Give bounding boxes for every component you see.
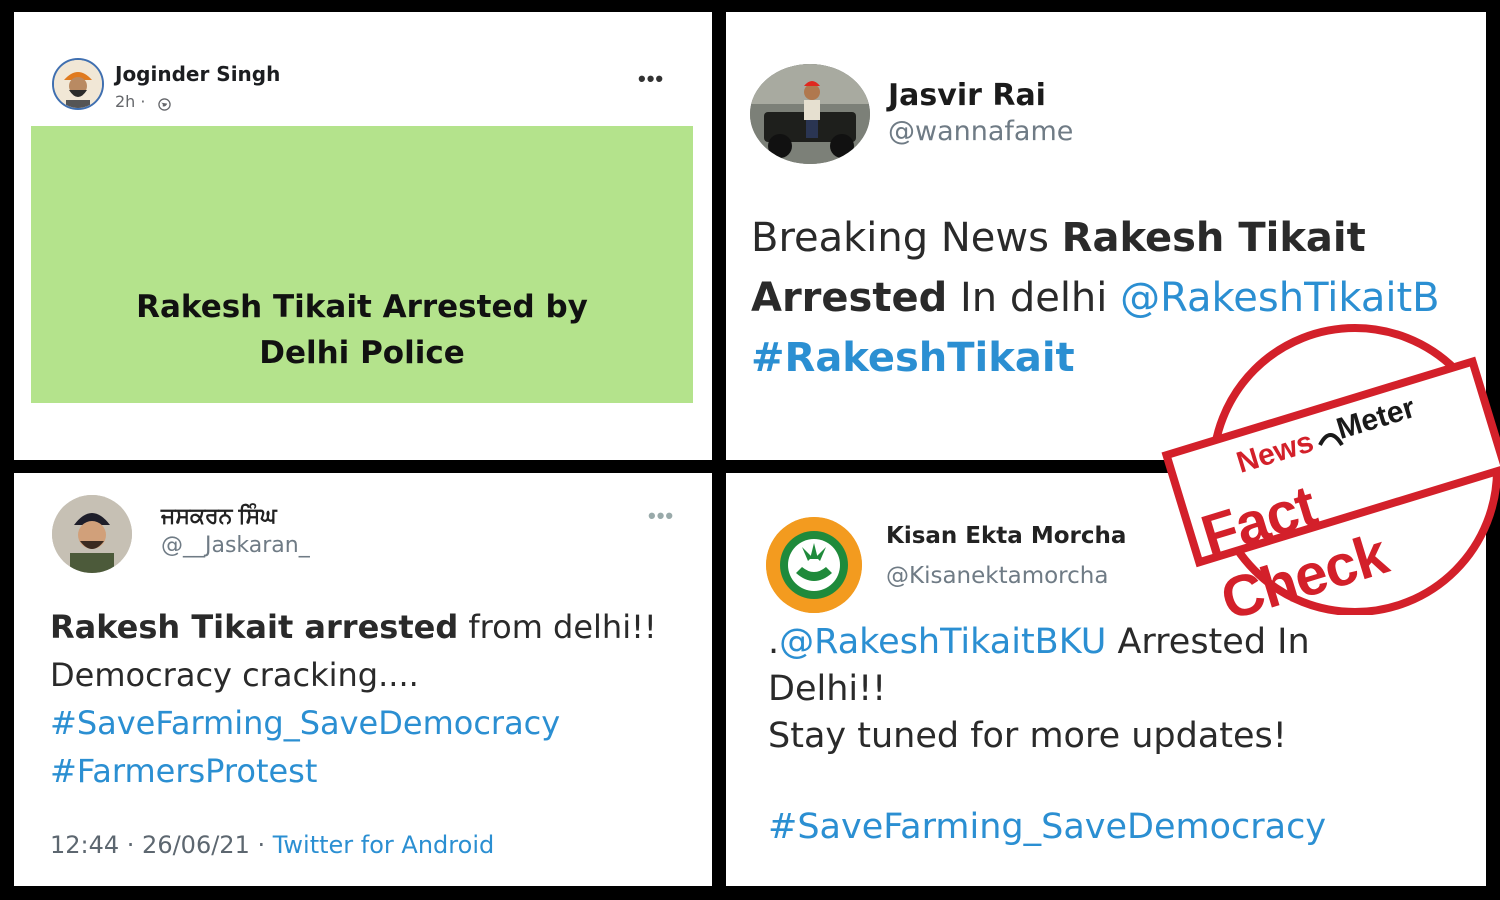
tweet-author-name[interactable]: Kisan Ekta Morcha [886,523,1126,549]
post-card-line-2: Delhi Police [259,335,465,371]
tweet-timestamp[interactable]: 12:44 · 26/06/21 · [50,831,273,859]
mention-link[interactable]: @RakeshTikaitBKU [779,622,1106,662]
tweet-jaskaran-panel: ਜਸਕਰਨ ਸਿੰਘ @__Jaskaran_ ••• Rakesh Tikai… [14,473,712,886]
tweet-source-link[interactable]: Twitter for Android [273,831,494,859]
globe-icon [158,98,171,111]
post-timestamp[interactable]: 2h · [115,92,146,111]
tweet-text: . [768,622,780,662]
tweet-author-handle[interactable]: @__Jaskaran_ [161,533,310,558]
tweet-meta: 12:44 · 26/06/21 · Twitter for Android [50,831,494,859]
tweet-text: Breaking News [751,215,1062,261]
tweet-text-bold: Arrested [751,275,948,321]
tweet-text: Arrested In [1106,622,1310,662]
hashtag-link[interactable]: #SaveFarming_SaveDemocracy [768,807,1326,847]
tweet-text-bold: Rakesh Tikait arrested [50,608,459,646]
tweet-author-name[interactable]: Jasvir Rai [888,78,1046,113]
tweet-author-handle[interactable]: @Kisanektamorcha [886,563,1108,589]
tweet-text: In delhi [947,275,1121,321]
hashtag-link[interactable]: #SaveFarming_SaveDemocracy [50,704,560,742]
tweet-text-bold: Rakesh Tikait [1061,215,1366,261]
post-card-line-1: Rakesh Tikait Arrested by [136,289,588,325]
post-author-name[interactable]: Joginder Singh [115,62,280,86]
tweet-author-name[interactable]: ਜਸਕਰਨ ਸਿੰਘ [161,503,277,529]
tweet-body: .@RakeshTikaitBKU Arrested In Delhi!! St… [768,619,1468,760]
post-card-text: Rakesh Tikait Arrested by Delhi Police [31,284,693,376]
ellipsis-icon[interactable]: ••• [648,503,674,529]
joginder-avatar[interactable] [52,58,104,110]
jaskaran-avatar[interactable] [52,495,132,573]
tweet-author-handle[interactable]: @wannafame [888,116,1073,147]
tweet-text: from delhi!! [458,608,657,646]
mention-link[interactable]: @RakeshTikaitB [1120,275,1440,321]
hashtag-link[interactable]: #FarmersProtest [50,752,317,790]
hashtag-link[interactable]: #RakeshTikait [751,335,1075,381]
jasvir-avatar[interactable] [750,64,870,164]
text-post-card: Rakesh Tikait Arrested by Delhi Police [31,126,693,403]
kisan-ekta-morcha-logo[interactable] [766,517,862,613]
ellipsis-icon[interactable]: ••• [638,66,664,92]
tweet-text: Stay tuned for more updates! [768,716,1287,756]
tweet-text: Delhi!! [768,669,887,709]
tweet-body: Rakesh Tikait arrested from delhi!! Demo… [50,603,700,795]
tweet-text: Democracy cracking.... [50,656,419,694]
facebook-post-panel: Joginder Singh 2h · ••• Rakesh Tikait Ar… [14,12,712,460]
